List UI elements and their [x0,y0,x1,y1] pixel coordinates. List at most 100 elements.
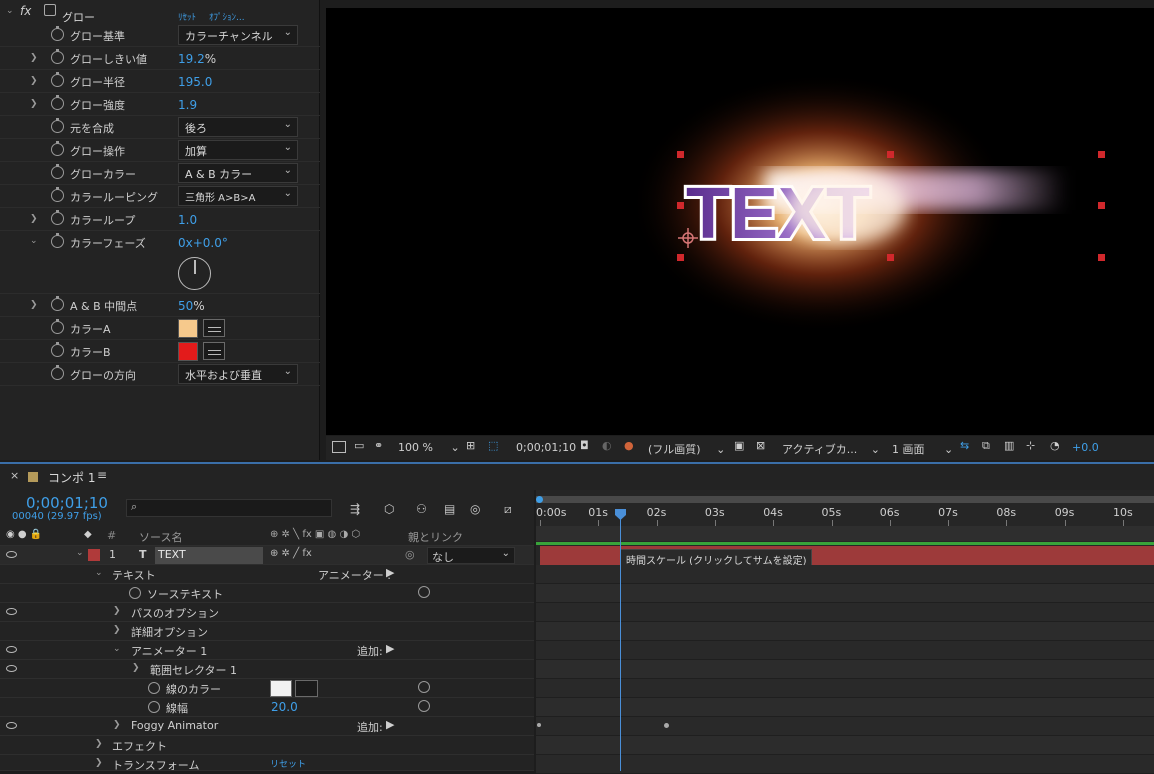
color-loops-value[interactable]: 1.0 [178,213,197,227]
comp-mini-flowchart-icon[interactable]: ⇶ [350,502,360,516]
glow-operation-dropdown[interactable]: 加算 ⌄ [178,140,298,160]
stopwatch-icon[interactable] [51,141,64,156]
glow-colors-dropdown[interactable]: A & B カラー ⌄ [178,163,298,183]
effect-twirl-chevron-down-icon[interactable]: ⌄ [6,6,14,16]
panel-menu-icon[interactable]: ≡ [97,468,107,482]
twirl-right-icon[interactable]: ❯ [95,739,103,749]
color-b-swatch[interactable] [178,342,198,361]
col-source-header[interactable]: ソース名 [139,529,182,545]
color-phase-value[interactable]: 0x+0.0° [178,236,228,250]
motion-blur-icon[interactable]: ◎ [470,502,480,516]
graph-editor-icon[interactable]: ⧄ [504,502,512,517]
layer-name-field[interactable]: TEXT [155,547,263,564]
mask-visibility-icon[interactable]: ⚭ [374,439,383,452]
toggle-pixel-aspect-icon[interactable]: ⇆ [960,439,969,452]
twirl-right-icon[interactable]: ❯ [30,99,38,109]
eye-icon[interactable] [6,665,17,672]
twirl-right-icon[interactable]: ❯ [113,625,121,635]
grid-icon[interactable]: ⊞ [466,439,475,452]
twirl-down-icon[interactable]: ⌄ [30,236,38,246]
current-time-display[interactable]: 0;00;01;10 [26,494,108,512]
twirl-right-icon[interactable]: ❯ [113,606,121,616]
camera-snapshot-icon[interactable]: ◘ [580,439,589,452]
stopwatch-icon[interactable] [51,118,64,133]
expression-pickwhip-icon[interactable] [418,586,430,598]
stopwatch-icon[interactable] [148,682,160,694]
value-number[interactable]: 19.2 [178,52,205,66]
glow-threshold-value[interactable]: 19.2% [178,52,216,66]
exposure-value[interactable]: +0.0 [1072,441,1099,454]
stopwatch-icon[interactable] [51,187,64,202]
stopwatch-icon[interactable] [51,210,64,225]
composition-viewer[interactable]: TEXT [326,8,1154,435]
twirl-right-icon[interactable]: ❯ [30,214,38,224]
stroke-color-swatch[interactable] [270,680,292,697]
twirl-right-icon[interactable]: ❯ [30,76,38,86]
ab-midpoint-value[interactable]: 50% [178,299,205,313]
flowchart-icon[interactable]: ⊹ [1026,439,1035,452]
glow-radius-value[interactable]: 195.0 [178,75,212,89]
viewer-timecode[interactable]: 0;00;01;10 [516,441,576,454]
twirl-down-icon[interactable]: ⌄ [76,548,84,558]
timeline-icon[interactable]: ▥ [1004,439,1014,452]
fast-preview-icon[interactable]: ▣ [734,439,744,452]
foggy-animator-label[interactable]: Foggy Animator [131,719,218,732]
twirl-down-icon[interactable]: ⌄ [95,568,103,578]
range-selector-label[interactable]: 範囲セレクター 1 [150,662,237,678]
always-preview-icon[interactable] [332,441,346,453]
layer-search-input[interactable]: ⌕ [126,499,332,517]
work-area-bar[interactable] [536,496,1154,503]
stopwatch-icon[interactable] [51,365,64,380]
eyedropper-icon[interactable] [203,319,225,337]
keyframe-marker[interactable] [664,723,669,728]
zoom-dropdown[interactable]: 100 % ⌄ [398,441,460,454]
resolution-dropdown[interactable]: (フル画質) ⌄ [648,441,725,457]
color-channels-icon[interactable]: ● [624,439,634,452]
layer-row-text[interactable]: ⌄ 1 T TEXT ⊕ ✲ ╱ fx ◎ なし ⌄ [0,546,534,565]
glow-based-on-dropdown[interactable]: カラーチャンネル ⌄ [178,25,298,45]
play-arrow-icon[interactable]: ▶ [386,718,394,731]
stopwatch-icon[interactable] [51,164,64,179]
stopwatch-icon[interactable] [51,72,64,87]
play-arrow-icon[interactable]: ▶ [386,566,394,579]
value-number[interactable]: 50 [178,299,193,313]
color-looping-dropdown[interactable]: 三角形 A>B>A ⌄ [178,186,298,206]
eye-icon[interactable] [6,551,17,558]
time-ruler[interactable]: 0:00s 01s 02s 03s 04s 05s 06s 07s 08s 09s 10s [536,504,1154,526]
stopwatch-icon[interactable] [51,95,64,110]
stopwatch-icon[interactable] [148,701,160,713]
close-icon[interactable]: × [10,469,19,482]
transparency-grid-icon[interactable]: ⊠ [756,439,765,452]
color-a-swatch[interactable] [178,319,198,338]
play-arrow-icon[interactable]: ▶ [386,642,394,655]
eye-icon[interactable] [6,608,17,615]
composite-original-dropdown[interactable]: 後ろ ⌄ [178,117,298,137]
expression-pickwhip-icon[interactable] [418,681,430,693]
comp-tab-title[interactable]: コンポ 1 [48,469,95,486]
twirl-right-icon[interactable]: ❯ [30,300,38,310]
frame-blending-icon[interactable]: ▤ [444,502,455,516]
parent-dropdown[interactable]: なし ⌄ [427,547,515,564]
eye-icon[interactable] [6,722,17,729]
eye-icon[interactable] [6,646,17,653]
monitor-icon[interactable]: ▭ [354,439,364,452]
transform-reset-link[interactable]: リセット [270,757,306,770]
render-preview-icon[interactable]: ⧉ [982,439,990,453]
twirl-right-icon[interactable]: ❯ [132,663,140,673]
stroke-width-value[interactable]: 20.0 [271,700,298,714]
fx-switch[interactable]: fx [20,4,31,18]
stopwatch-icon[interactable] [129,587,141,599]
twirl-right-icon[interactable]: ❯ [95,758,103,768]
eyedropper-icon[interactable] [203,342,225,360]
pick-whip-icon[interactable]: ◎ [405,548,415,561]
stopwatch-icon[interactable] [51,26,64,41]
views-dropdown[interactable]: 1 画面 ⌄ [892,441,953,457]
camera-dropdown[interactable]: アクティブカ... ⌄ [782,441,880,457]
work-area-start-handle[interactable] [536,496,543,503]
glow-intensity-value[interactable]: 1.9 [178,98,197,112]
animator-1-label[interactable]: アニメーター 1 [131,643,207,659]
twirl-down-icon[interactable]: ⌄ [113,644,121,654]
eyedropper-icon[interactable] [295,680,318,697]
layer-switches-icons[interactable]: ⊕ ✲ ╱ fx [270,548,312,559]
keyframe-marker[interactable] [537,723,541,727]
